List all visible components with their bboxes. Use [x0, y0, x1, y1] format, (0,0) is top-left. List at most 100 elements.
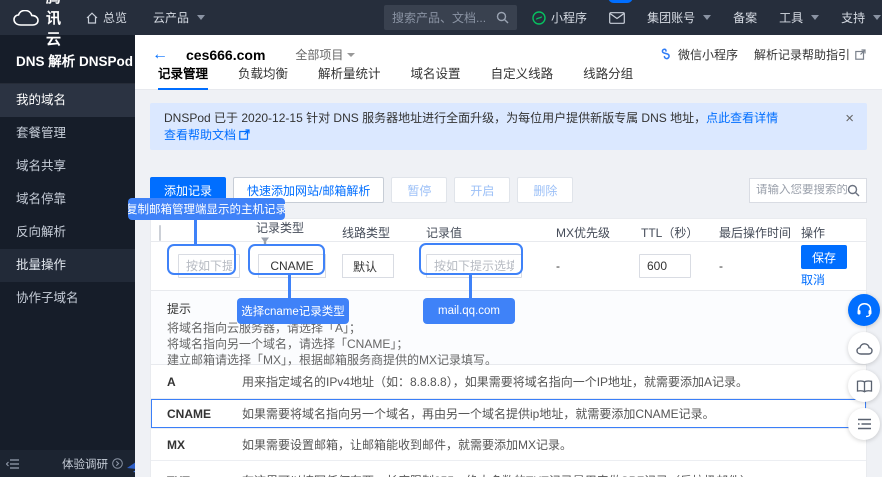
- chevron-down-icon: [811, 15, 819, 20]
- record-value-tooltip: mail.qq.com: [423, 298, 515, 324]
- nav-tools[interactable]: 工具: [768, 0, 830, 35]
- message-count-badge: 99+: [608, 0, 633, 3]
- tab-line-groups[interactable]: 线路分组: [583, 65, 633, 90]
- sidebar: DNS 解析 DNSPod 我的域名 套餐管理 域名共享 域名停靠 反向解析 批…: [0, 35, 135, 477]
- start-button[interactable]: 开启: [454, 177, 510, 203]
- tab-custom-lines[interactable]: 自定义线路: [491, 65, 554, 90]
- global-search-input[interactable]: [392, 11, 496, 25]
- record-type-help-row-txt: TXT 在这里可以填写任何东西，长度限制255。绝大多数的TXT记录是用来做SP…: [151, 461, 866, 477]
- brand-label: 腾讯云: [46, 0, 61, 49]
- pause-button[interactable]: 暂停: [391, 177, 447, 203]
- host-record-input[interactable]: [178, 254, 240, 278]
- global-search[interactable]: [384, 5, 517, 30]
- list-icon: [857, 418, 872, 430]
- wechat-mini-program-icon: [659, 48, 673, 61]
- delete-button[interactable]: 删除: [517, 177, 573, 203]
- collapse-sidebar-icon[interactable]: [6, 459, 20, 469]
- docs-button[interactable]: [848, 370, 880, 402]
- main-content: ← ces666.com 全部项目 微信小程序 解析记录帮助指引 记录管理 负载…: [135, 35, 882, 477]
- nav-beian[interactable]: 备案: [722, 0, 768, 35]
- home-icon: [86, 12, 98, 24]
- cloud-icon: [856, 342, 873, 355]
- record-type-help-row-a: A 用来指定域名的IPv4地址（如：8.8.8.8），如果需要将域名指向一个IP…: [151, 365, 866, 399]
- sidebar-item-collaborative-subdomain[interactable]: 协作子域名: [0, 282, 135, 315]
- value-tip-connector: [469, 275, 472, 298]
- sidebar-item-batch-operation[interactable]: 批量操作: [0, 249, 135, 282]
- record-type-help-row-cname: CNAME 如果需要将域名指向另一个域名，再由另一个域名提供ip地址，就需要添加…: [151, 399, 866, 429]
- envelope-icon: [609, 12, 625, 24]
- col-operation: 操作: [796, 224, 866, 241]
- domain-header: ← ces666.com 全部项目 微信小程序 解析记录帮助指引 记录管理 负载…: [135, 35, 882, 90]
- col-ttl: TTL（秒）: [636, 224, 714, 241]
- upgrade-notice-banner: DNSPod 已于 2020-12-15 针对 DNS 服务器地址进行全面升级，…: [150, 103, 867, 150]
- table-header-row: 记录类型 线路类型 记录值 MX优先级 TTL（秒） 最后操作时间 操作: [151, 219, 866, 242]
- record-type-select[interactable]: CNAME: [258, 254, 326, 278]
- tab-resolution-stats[interactable]: 解析量统计: [318, 65, 381, 90]
- nav-overview[interactable]: 总览: [75, 0, 138, 35]
- survey-ribbon-graphic: [123, 452, 135, 476]
- record-type-help-row-mx: MX 如果需要设置邮箱，让邮箱能收到邮件，就需要添加MX记录。: [151, 429, 866, 461]
- tab-load-balancing[interactable]: 负载均衡: [238, 65, 288, 90]
- filter-icon[interactable]: [260, 236, 270, 246]
- banner-detail-link[interactable]: 点此查看详情: [706, 111, 778, 125]
- open-book-icon: [856, 380, 873, 393]
- tab-domain-settings[interactable]: 域名设置: [411, 65, 461, 90]
- sidebar-item-reverse-dns[interactable]: 反向解析: [0, 216, 135, 249]
- select-all-checkbox[interactable]: [159, 225, 161, 241]
- circle-arrow-icon: [112, 458, 123, 469]
- col-record-value: 记录值: [421, 224, 551, 241]
- cloud-logo-icon: [13, 10, 39, 26]
- wechat-mini-program-link[interactable]: 微信小程序: [659, 46, 738, 63]
- project-filter-dropdown[interactable]: 全部项目: [295, 46, 355, 63]
- external-link-icon: [855, 49, 866, 60]
- sidebar-item-domain-sharing[interactable]: 域名共享: [0, 150, 135, 183]
- mx-priority-value: -: [551, 259, 636, 273]
- cloud-feedback-button[interactable]: [848, 332, 880, 364]
- chevron-down-icon: [873, 15, 881, 20]
- domain-title: ces666.com: [186, 47, 265, 63]
- nav-messages[interactable]: 99+: [598, 0, 636, 35]
- sidebar-item-domain-parking[interactable]: 域名停靠: [0, 183, 135, 216]
- tencent-cloud-logo[interactable]: 腾讯云: [0, 0, 75, 49]
- search-icon[interactable]: [496, 11, 509, 24]
- record-value-input[interactable]: [426, 254, 522, 278]
- host-tooltip-connector: [194, 219, 197, 245]
- sidebar-footer: 体验调研: [0, 450, 135, 477]
- record-search[interactable]: [749, 178, 867, 203]
- chevron-down-icon: [703, 15, 711, 20]
- close-icon[interactable]: ×: [845, 111, 854, 126]
- tab-record-management[interactable]: 记录管理: [158, 65, 208, 90]
- sidebar-item-plan-management[interactable]: 套餐管理: [0, 117, 135, 150]
- customer-service-button[interactable]: [848, 294, 880, 326]
- survey-link[interactable]: 体验调研: [62, 456, 123, 472]
- col-last-op-time: 最后操作时间: [714, 224, 796, 241]
- tab-bar: 记录管理 负载均衡 解析量统计 域名设置 自定义线路 线路分组: [135, 65, 882, 90]
- external-link-icon: [239, 129, 250, 140]
- cancel-link[interactable]: 取消: [801, 271, 825, 288]
- col-mx-priority: MX优先级: [551, 224, 636, 241]
- nav-group-account[interactable]: 集团账号: [636, 0, 722, 35]
- search-icon[interactable]: [847, 184, 860, 197]
- sidebar-item-my-domains[interactable]: 我的域名: [0, 84, 135, 117]
- chevron-down-icon: [197, 15, 205, 20]
- record-edit-row: CNAME 默认 - - 保存 取消: [151, 242, 866, 291]
- survey-feedback-button[interactable]: [848, 408, 880, 440]
- top-navbar: 腾讯云 总览 云产品 小程序 99+ 集团账号 备案 工具: [0, 0, 882, 35]
- nav-support[interactable]: 支持: [830, 0, 882, 35]
- col-record-type[interactable]: 记录类型: [251, 219, 337, 246]
- nav-mini-program[interactable]: 小程序: [521, 0, 598, 35]
- banner-text: DNSPod 已于 2020-12-15 针对 DNS 服务器地址进行全面升级，…: [164, 111, 706, 125]
- last-op-time-value: -: [714, 259, 796, 273]
- help-guide-link[interactable]: 解析记录帮助指引: [754, 46, 866, 63]
- nav-products[interactable]: 云产品: [142, 0, 216, 35]
- banner-docs-link[interactable]: 查看帮助文档: [164, 128, 236, 142]
- record-search-input[interactable]: [756, 184, 847, 196]
- ttl-input[interactable]: [639, 254, 691, 278]
- floating-action-bar: [848, 294, 880, 440]
- line-type-select[interactable]: 默认: [342, 254, 394, 278]
- host-record-tooltip: 复制邮箱管理端显示的主机记录: [128, 198, 285, 220]
- type-tip-connector: [288, 275, 291, 298]
- back-arrow-icon[interactable]: ←: [152, 47, 168, 63]
- col-line-type: 线路类型: [337, 224, 421, 241]
- save-button[interactable]: 保存: [801, 245, 847, 269]
